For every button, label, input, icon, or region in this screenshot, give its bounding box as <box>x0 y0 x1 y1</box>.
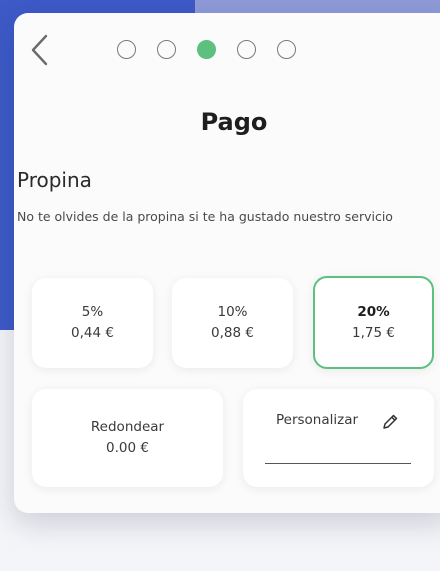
tip-option-percent: 10% <box>217 304 248 320</box>
custom-tip-option[interactable] <box>243 389 434 487</box>
custom-tip-label: Personalizar <box>276 412 359 428</box>
tip-option-percent: 5% <box>81 304 104 320</box>
pencil-icon[interactable] <box>381 413 399 431</box>
tip-description: No te olvides de la propina si te ha gus… <box>17 209 393 224</box>
step-dot-5 <box>277 40 296 59</box>
tip-option-percent: 20% <box>357 303 390 320</box>
step-indicator <box>117 40 296 62</box>
step-dot-3-active <box>197 40 216 59</box>
section-title: Propina <box>17 168 92 192</box>
round-up-amount: 0.00 € <box>106 440 149 456</box>
round-up-label: Redondear <box>90 419 165 435</box>
step-dot-2 <box>157 40 176 59</box>
tip-option-amount: 0,88 € <box>211 325 254 341</box>
tip-option-5[interactable]: 5% 0,44 € <box>32 278 153 368</box>
tip-option-amount: 1,75 € <box>352 324 395 341</box>
step-dot-1 <box>117 40 136 59</box>
background-lilac-band <box>195 0 440 14</box>
page-title: Pago <box>200 108 268 136</box>
custom-tip-input[interactable] <box>265 463 411 464</box>
back-button[interactable] <box>26 30 54 70</box>
chevron-left-icon <box>31 34 48 66</box>
round-up-option[interactable]: Redondear 0.00 € <box>32 389 223 487</box>
step-dot-4 <box>237 40 256 59</box>
tip-option-amount: 0,44 € <box>71 325 114 341</box>
tip-option-10[interactable]: 10% 0,88 € <box>172 278 293 368</box>
tip-option-20-selected[interactable]: 20% 1,75 € <box>313 276 434 369</box>
